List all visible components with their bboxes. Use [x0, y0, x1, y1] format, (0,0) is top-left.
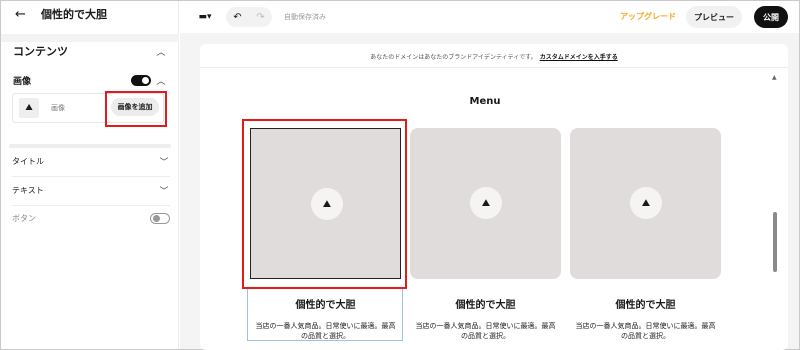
accordion-text-label: テキスト	[12, 186, 44, 195]
undo-redo-group: ↶ ↷	[226, 7, 272, 27]
back-arrow-icon[interactable]: ←	[15, 7, 31, 22]
undo-icon[interactable]: ↶	[233, 12, 241, 23]
mountain-image-icon: ⛰	[630, 187, 662, 219]
menu-card-text-line: 当店の一番人気商品。日常使いに最適。最高	[415, 322, 556, 330]
content-section-header[interactable]: コンテンツ ︿	[1, 42, 179, 60]
chevron-down-icon: ﹀	[159, 158, 169, 168]
scrollbar-thumb[interactable]	[773, 212, 777, 272]
menu-card-image[interactable]: ⛰	[410, 128, 561, 279]
chevron-up-icon[interactable]: ︿	[155, 74, 167, 87]
sidebar-title: 個性的で大胆	[41, 8, 107, 21]
content-section-title: コンテンツ	[13, 45, 68, 58]
menu-card-text-line: の品質と選択。	[621, 332, 670, 340]
chevron-down-icon: ﹀	[159, 187, 169, 197]
accordion-title-label: タイトル	[12, 157, 44, 166]
menu-card-text-line: 当店の一番人気商品。日常使いに最適。最高	[575, 322, 716, 330]
selected-card-highlight	[242, 119, 407, 289]
image-toggle-row: 画像 ︿	[1, 69, 179, 91]
accordion-text[interactable]: テキスト ﹀	[12, 184, 170, 197]
mountain-image-icon: ⛰	[470, 187, 502, 219]
upgrade-link[interactable]: アップグレード	[620, 11, 676, 22]
editor-topbar: ▬▾ ↶ ↷ 自動保存済み アップグレード プレビュー 公開	[180, 1, 799, 33]
autosave-status: 自動保存済み	[284, 13, 326, 21]
button-toggle[interactable]	[150, 213, 170, 224]
image-toggle[interactable]	[131, 74, 151, 86]
preview-button[interactable]: プレビュー	[686, 6, 742, 28]
image-label: 画像	[13, 76, 32, 87]
section-divider	[9, 144, 171, 148]
menu-card-title[interactable]: 個性的で大胆	[250, 296, 401, 311]
add-image-highlight	[105, 91, 167, 127]
button-toggle-row: ボタン	[12, 213, 170, 224]
menu-card-text[interactable]: 当店の一番人気商品。日常使いに最適。最高 の品質と選択。	[570, 321, 721, 341]
menu-card-image[interactable]: ⛰	[570, 128, 721, 279]
accordion-title[interactable]: タイトル ﹀	[12, 155, 170, 168]
chevron-up-icon[interactable]: ︿	[155, 45, 167, 58]
menu-card-text[interactable]: 当店の一番人気商品。日常使いに最適。最高 の品質と選択。	[250, 321, 401, 341]
redo-icon[interactable]: ↷	[256, 12, 264, 23]
mountain-image-icon: ⛰	[19, 98, 39, 118]
menu-card-title[interactable]: 個性的で大胆	[410, 296, 561, 311]
publish-button[interactable]: 公開	[754, 6, 788, 28]
image-name: 画像	[51, 104, 65, 112]
sidebar-header: ← 個性的で大胆	[1, 1, 178, 27]
menu-card-text[interactable]: 当店の一番人気商品。日常使いに最適。最高 の品質と選択。	[410, 321, 561, 341]
separator	[12, 176, 170, 177]
scroll-up-arrow-icon[interactable]: ▲	[772, 74, 777, 81]
menu-card-text-line: の品質と選択。	[461, 332, 510, 340]
menu-card-title[interactable]: 個性的で大胆	[570, 296, 721, 311]
sidebar-divider	[1, 34, 179, 42]
menu-card-text-line: の品質と選択。	[301, 332, 350, 340]
menu-card-text-line: 当店の一番人気商品。日常使いに最適。最高	[255, 322, 396, 330]
banner-text: あなたのドメインはあなたのブランドアイデンティティです。	[370, 54, 537, 61]
menu-heading: Menu	[469, 96, 501, 107]
desktop-device-icon[interactable]: ▬▾	[192, 7, 218, 27]
domain-banner: あなたのドメインはあなたのブランドアイデンティティです。 カスタムドメインを入手…	[200, 46, 788, 68]
button-label: ボタン	[12, 214, 36, 223]
image-row-controls: ︿	[131, 74, 167, 87]
separator	[12, 205, 170, 206]
custom-domain-link[interactable]: カスタムドメインを入手する	[540, 52, 618, 61]
